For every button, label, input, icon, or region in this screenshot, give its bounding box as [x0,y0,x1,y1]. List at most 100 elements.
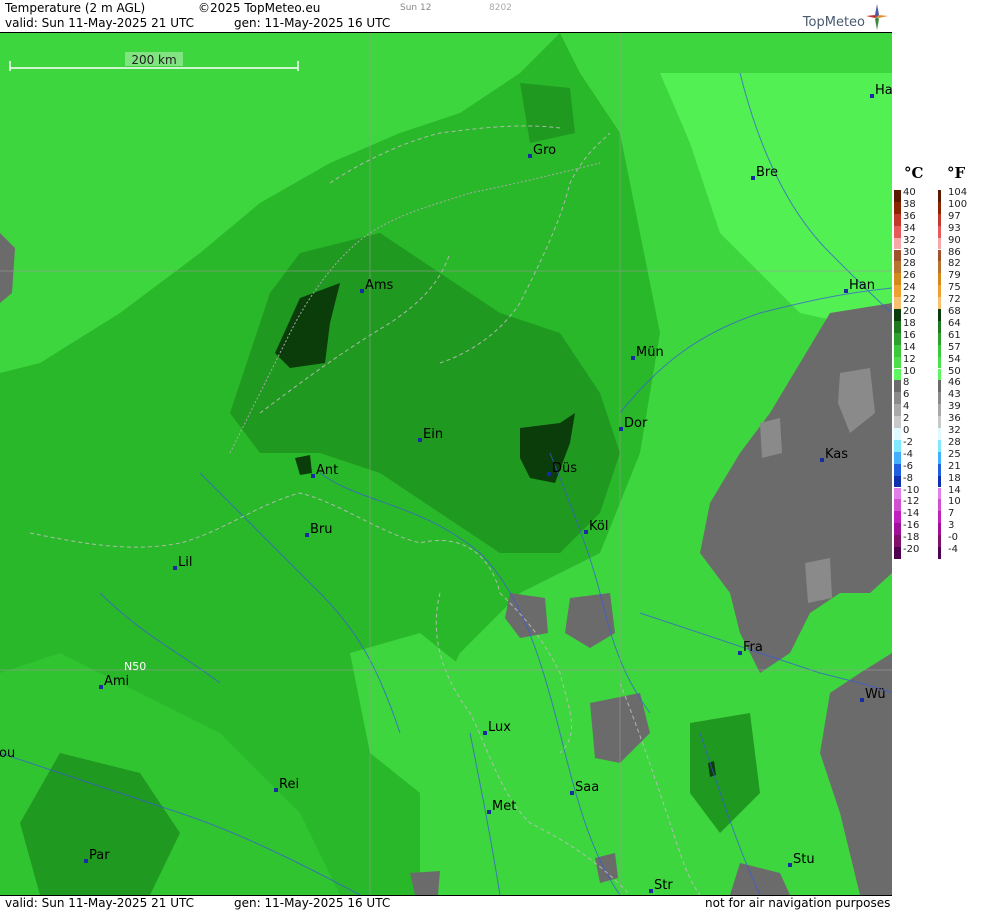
city-dot [870,94,874,98]
legend-swatch-f [938,285,941,298]
city-label: Met [492,799,516,814]
legend-swatch-c [894,225,901,238]
legend-swatch-f [938,404,941,417]
city-marker: Lux [483,720,511,735]
legend-label-f: 64 [948,317,961,329]
city-marker: ou [0,746,15,761]
legend-label-f: 3 [948,520,955,532]
legend-label-f: 97 [948,210,961,222]
legend-label-c: 2 [903,413,910,425]
legend-label-c: -16 [903,520,920,532]
city-label: Stu [793,852,815,867]
legend-swatch-c [894,368,901,381]
legend-label-c: 8 [903,377,910,389]
legend-label-f: 18 [948,472,961,484]
legend-swatch-c [894,356,901,369]
legend-swatch-f [938,356,941,369]
city-label: Bru [310,522,333,537]
legend-swatch-c [894,320,901,333]
legend-swatch-c [894,261,901,274]
city-label: Dor [624,416,648,431]
legend-swatch-f [938,225,941,238]
city-dot [547,472,551,476]
valid-time: valid: Sun 11-May-2025 21 UTC [5,16,194,30]
legend-swatch-f [938,237,941,250]
legend-label-f: 50 [948,365,961,377]
map-title: Temperature (2 m AGL) [5,1,146,15]
city-dot [418,438,422,442]
legend-label-f: 54 [948,353,961,365]
city-label: Köl [589,519,608,534]
legend-label-c: -8 [903,472,913,484]
city-label: Gro [533,143,556,158]
city-dot [360,289,364,293]
legend-label-c: 40 [903,187,916,198]
legend-label-f: 57 [948,341,961,353]
legend-swatch-f [938,451,941,464]
city-marker: Saa [570,780,599,795]
legend-swatch-c [894,190,901,202]
legend-swatch-c [894,201,901,214]
legend-label-f: 32 [948,425,961,436]
city-dot [99,685,103,689]
legend-label-c: -2 [903,436,913,448]
legend-swatch-c [894,404,901,417]
city-dot [820,458,824,462]
city-label: Lil [178,555,192,570]
city-dot [311,474,315,478]
legend-swatch-f [938,547,941,559]
city-dot [570,791,574,795]
legend-swatch-c [894,487,901,500]
legend-label-c: -6 [903,460,913,472]
legend-swatch-f [938,416,941,428]
legend-swatch-f [938,428,941,440]
footer-generated-time: gen: 11-May-2025 16 UTC [234,896,391,910]
legend-swatch-c [894,475,901,488]
legend-label-c: 18 [903,317,916,329]
run-code: 8202 [489,3,512,13]
legend-label-c: 22 [903,294,916,306]
legend-label-f: 14 [948,484,961,496]
city-dot [631,356,635,360]
legend-label-c: -12 [903,496,920,508]
legend-label-f: 68 [948,306,961,317]
legend-swatch-c [894,332,901,345]
legend-swatch-f [938,535,941,547]
legend-label-c: 14 [903,341,916,353]
city-label: Ha [875,83,892,98]
legend-label-c: 28 [903,258,916,270]
legend-swatch-f [938,487,941,500]
fahrenheit-unit: °F [947,164,966,182]
legend-swatch-f [938,475,941,488]
legend-swatch-c [894,451,901,464]
legend-swatch-f [938,523,941,536]
legend-swatch-c [894,249,901,262]
legend-label-f: 39 [948,401,961,413]
generated-time: gen: 11-May-2025 16 UTC [234,16,391,30]
city-label: ou [0,746,15,761]
temperature-legend: °C °F 40 104 38 100 36 97 34 93 32 90 30 86 28 82 26 79… [892,0,983,909]
legend-swatch-c [894,523,901,536]
city-label: Wü [865,687,886,702]
scale-label: 200 km [131,53,176,67]
legend-swatch-f [938,332,941,345]
city-marker: Ams [360,278,394,293]
legend-swatch-c [894,416,901,428]
city-marker: Kas [820,447,848,462]
legend-swatch-c [894,309,901,321]
city-label: Rei [279,777,299,792]
city-marker: Met [487,799,516,814]
map-header: Temperature (2 m AGL) ©2025 TopMeteo.eu … [0,0,892,33]
city-marker: Mün [631,345,664,360]
legend-label-c: -10 [903,484,920,496]
city-label: Düs [552,461,577,476]
legend-swatch-f [938,439,941,452]
legend-label-f: 25 [948,448,961,460]
legend-label-c: 0 [903,425,910,436]
city-dot [844,289,848,293]
legend-swatch-f [938,344,941,357]
legend-label-f: 7 [948,508,955,520]
temperature-map: 200 km N50 Ha Gro Bre Ams Han Mün Dor Ein Kas Ant… [0,33,892,895]
city-marker: Bre [751,165,778,180]
legend-swatch-f [938,249,941,262]
